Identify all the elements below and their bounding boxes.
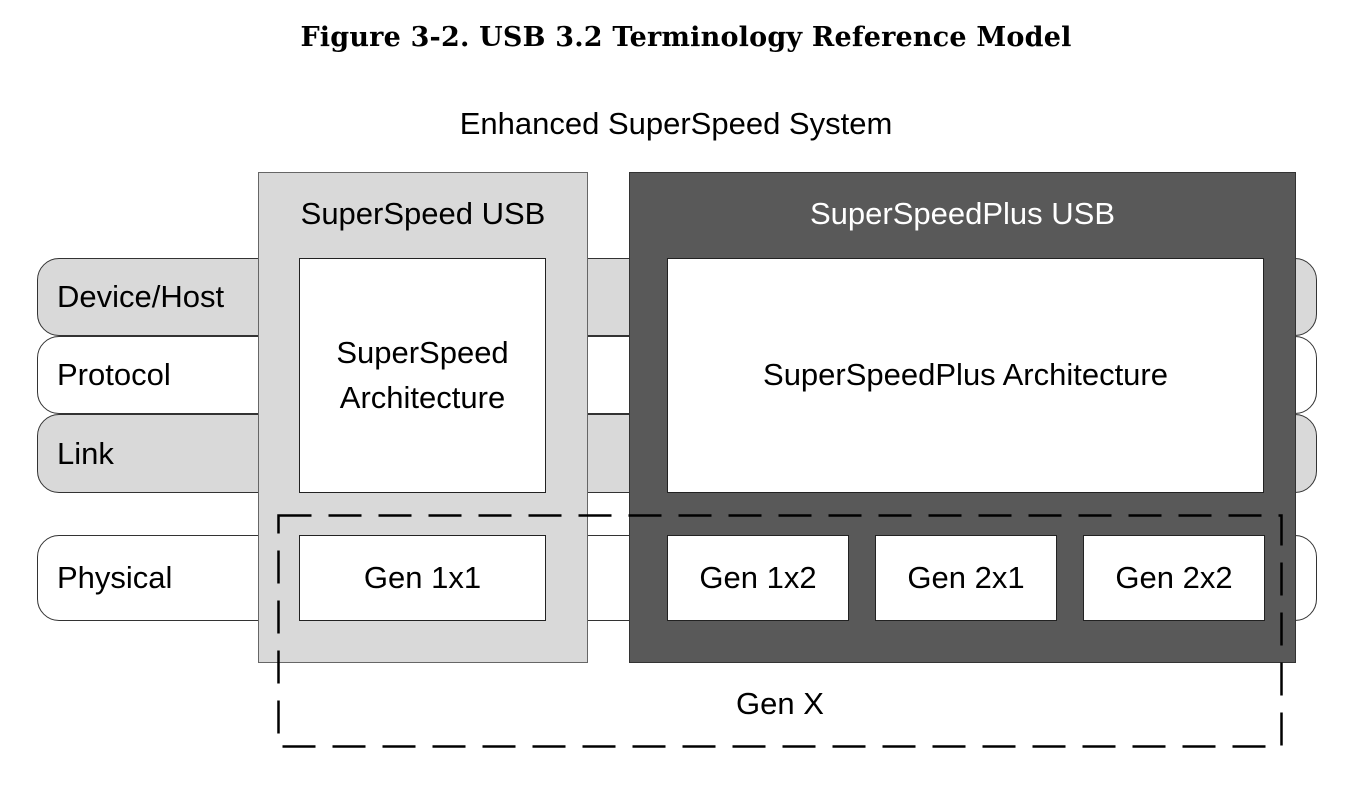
superspeed-architecture-line2: Architecture bbox=[339, 379, 506, 415]
superspeedplus-architecture-box: SuperSpeedPlus Architecture bbox=[667, 258, 1264, 493]
layer-label: Physical bbox=[57, 560, 173, 595]
layer-label: Protocol bbox=[57, 357, 171, 392]
gen-x-label: Gen X bbox=[736, 686, 824, 721]
figure-title: Figure 3-2. USB 3.2 Terminology Referenc… bbox=[300, 22, 1072, 53]
superspeedplus-architecture-label: SuperSpeedPlus Architecture bbox=[763, 357, 1168, 393]
superspeedplus-usb-title: SuperSpeedPlus USB bbox=[809, 196, 1116, 231]
layer-label: Link bbox=[57, 435, 114, 471]
system-label: Enhanced SuperSpeed System bbox=[459, 106, 893, 141]
superspeed-architecture-line1: SuperSpeed bbox=[336, 335, 509, 371]
superspeed-usb-title: SuperSpeed USB bbox=[300, 196, 546, 231]
superspeed-architecture-box: SuperSpeed Architecture bbox=[299, 258, 546, 493]
layer-label: Device/Host bbox=[57, 279, 225, 314]
